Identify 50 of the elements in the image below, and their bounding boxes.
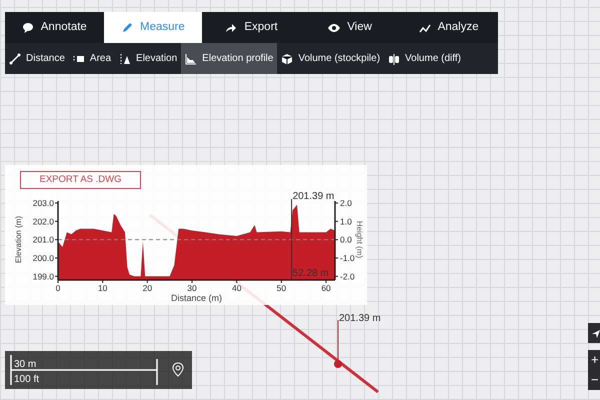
cube-icon [281,52,294,64]
export-button[interactable]: EXPORT AS .DWG [20,171,141,189]
location-pin-icon[interactable] [172,362,184,376]
tick-label: 30 [187,283,197,293]
zoom-in-button[interactable]: + [588,350,600,370]
tick-label: -1.0 [340,253,355,263]
tick-label: 1.0 [340,216,352,226]
toolbar-tab[interactable]: Analyze [399,12,498,43]
tick-label: 50 [276,283,286,293]
toolbar-tab[interactable]: View [300,12,400,43]
pencil-icon [121,22,134,34]
tick-label: 60 [321,283,331,293]
tick-label: 20 [142,283,152,293]
axis-title: Height (m) [355,220,364,258]
tick-label: 2.0 [340,198,352,208]
scale-metric-label: 30 m [14,359,36,370]
toolbar-tab[interactable]: Annotate [5,12,104,43]
arrow-icon [225,22,238,34]
navigation-arrow-icon [591,328,600,339]
tick-label: 0 [56,283,60,293]
eye-icon [328,22,340,34]
cursor-distance-label: 52.28 m [292,268,329,279]
elevation-icon [119,52,132,64]
measure-tool[interactable]: Elevation profile [181,43,278,74]
elevation-marker[interactable] [334,320,342,368]
tick-label: 10 [98,283,108,293]
axis-title: Distance (m) [171,293,222,303]
tick-label: 199.0 [32,271,54,282]
measure-tool[interactable]: Volume (stockpile) [277,43,384,74]
tick-label: 200.0 [32,253,54,263]
tick-label: 202.0 [32,216,54,226]
tick-label: 201.0 [32,234,54,245]
toolbar-tab[interactable]: Export [202,12,301,43]
tick-label: 203.0 [32,198,54,208]
measure-tool[interactable]: Elevation [115,43,182,74]
cursor-elevation-label: 201.39 m [292,191,334,202]
zoom-out-button[interactable]: − [588,370,600,390]
scale-imperial-label: 100 ft [14,374,40,385]
measure-tool[interactable]: Area [68,43,116,74]
tick-label: 0.0 [340,234,352,245]
measure-tool[interactable]: Distance [5,43,69,74]
axis-title: Elevation (m) [14,216,23,264]
tick-label: -2.0 [340,271,355,282]
tick-label: 40 [232,283,242,293]
split-shape-icon [388,52,400,64]
marker-label: 201.39 m [339,313,381,324]
profile-icon [185,52,198,64]
ruler-icon [9,52,21,64]
measure-tool[interactable]: Volume (diff) [384,43,465,74]
speech-bubble-icon [22,22,34,34]
